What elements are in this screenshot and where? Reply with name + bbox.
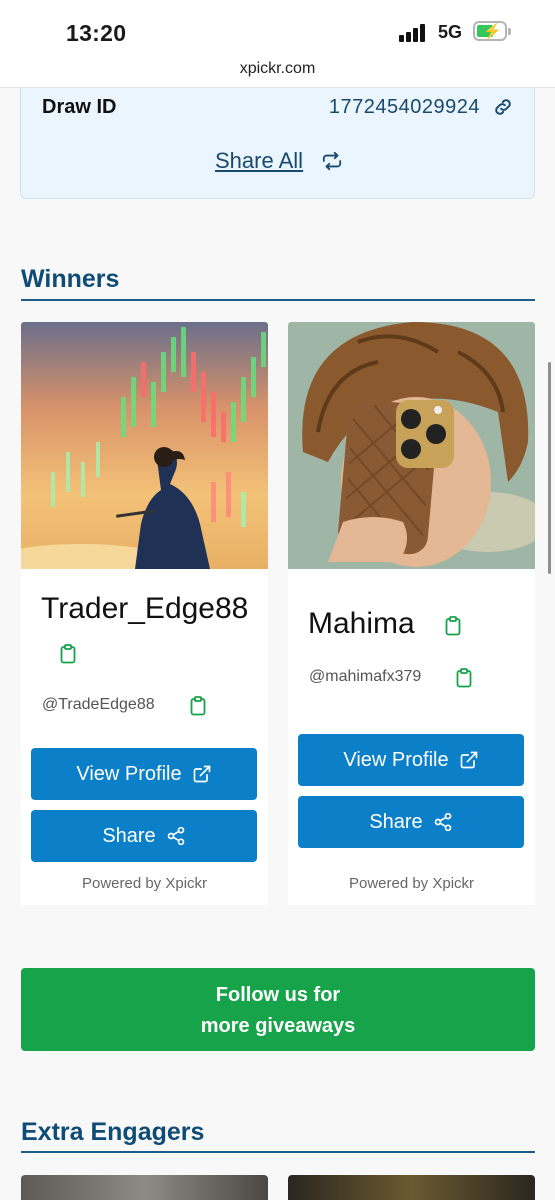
- clipboard-icon[interactable]: [190, 696, 206, 716]
- winner-name: Mahima: [308, 607, 415, 640]
- clock: 13:20: [66, 20, 127, 46]
- section-divider: [21, 1151, 535, 1153]
- external-link-icon: [460, 751, 477, 769]
- share-icon: [167, 826, 185, 846]
- winner-handle: @TradeEdge88: [42, 696, 155, 713]
- share-icon: [434, 812, 452, 832]
- follow-line-1: Follow us for: [215, 984, 341, 1006]
- draw-id-label: Draw ID: [42, 96, 117, 118]
- share-button[interactable]: Share: [298, 796, 524, 848]
- winner-card: Trader_Edge88 @TradeEdge88 View Profile …: [21, 322, 268, 905]
- battery-icon: ⚡: [473, 21, 511, 41]
- engager-thumbnail: [21, 1175, 268, 1200]
- share-label: Share: [369, 810, 423, 833]
- winner-name: Trader_Edge88: [41, 592, 249, 625]
- share-button[interactable]: Share: [31, 810, 257, 862]
- network-type: 5G: [438, 22, 463, 42]
- powered-by-text: Powered by Xpickr: [348, 875, 475, 892]
- external-link-icon: [193, 765, 210, 783]
- winner-avatar-image: [21, 322, 268, 569]
- link-icon[interactable]: [492, 96, 514, 118]
- winner-avatar-image: [288, 322, 535, 569]
- share-all-link[interactable]: Share All: [215, 148, 303, 174]
- draw-id-value: 1772454029924: [328, 96, 480, 118]
- address-bar[interactable]: xpickr.com: [0, 58, 555, 88]
- view-profile-label: View Profile: [76, 762, 182, 785]
- url-text: xpickr.com: [239, 60, 316, 77]
- extra-engagers-heading: Extra Engagers: [21, 1118, 205, 1146]
- clipboard-icon[interactable]: [60, 644, 76, 664]
- status-bar: 13:20 5G ⚡: [0, 0, 555, 58]
- view-profile-label: View Profile: [343, 748, 449, 771]
- draw-info-card: Draw ID 1772454029924 Share All: [20, 88, 535, 199]
- winners-heading: Winners: [21, 265, 120, 293]
- follow-us-button[interactable]: Follow us for more giveaways: [21, 968, 535, 1051]
- winner-card: Mahima @mahimafx379 View Profile Share P…: [288, 322, 535, 905]
- view-profile-button[interactable]: View Profile: [298, 734, 524, 786]
- powered-by-text: Powered by Xpickr: [81, 875, 208, 892]
- cellular-signal-icon: [399, 24, 429, 42]
- engager-thumbnail: [288, 1175, 535, 1200]
- section-divider: [21, 299, 535, 301]
- repost-icon[interactable]: [321, 151, 343, 171]
- scrollbar[interactable]: [548, 362, 551, 574]
- view-profile-button[interactable]: View Profile: [31, 748, 257, 800]
- clipboard-icon[interactable]: [445, 616, 461, 636]
- follow-line-2: more giveaways: [200, 1015, 356, 1037]
- winner-handle: @mahimafx379: [309, 668, 422, 685]
- clipboard-icon[interactable]: [456, 668, 472, 688]
- share-label: Share: [102, 824, 156, 847]
